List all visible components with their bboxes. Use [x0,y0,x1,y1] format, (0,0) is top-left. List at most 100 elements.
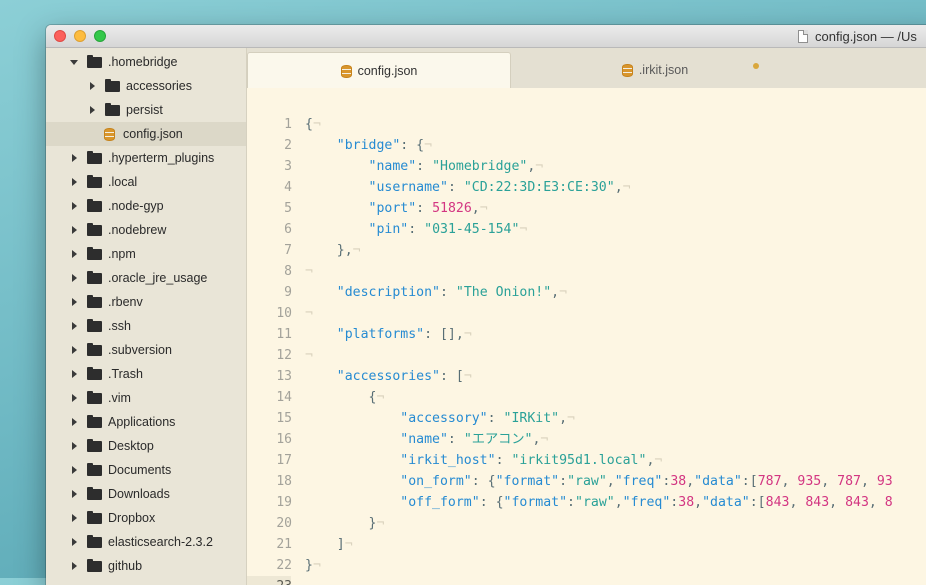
sidebar-item-node-gyp[interactable]: .node-gyp [46,194,246,218]
chevron-right-icon[interactable] [68,416,80,428]
sidebar-item-local[interactable]: .local [46,170,246,194]
chevron-right-icon[interactable] [68,248,80,260]
sidebar-item-elasticsearch-2-3-2[interactable]: elasticsearch-2.3.2 [46,530,246,554]
code-line[interactable]: ]¬ [305,534,353,555]
code-token: : [495,453,512,468]
code-line[interactable]: "pin": "031-45-154"¬ [305,219,528,240]
code-line[interactable]: "accessory": "IRKit",¬ [305,408,575,429]
sidebar-item-config-json[interactable]: config.json [46,122,246,146]
chevron-right-icon[interactable] [68,176,80,188]
sidebar-item-applications[interactable]: Applications [46,410,246,434]
folder-icon [87,150,102,164]
line-number: 13 [276,369,292,384]
line-number: 14 [276,390,292,405]
sidebar-item-subversion[interactable]: .subversion [46,338,246,362]
tab-label: .irkit.json [638,63,689,77]
code-line[interactable]: "name": "Homebridge",¬ [305,156,544,177]
chevron-right-icon[interactable] [68,224,80,236]
chevron-right-icon[interactable] [86,104,98,116]
sidebar-item-oracle-jre-usage[interactable]: .oracle_jre_usage [46,266,246,290]
code-line[interactable]: "platforms": [],¬ [305,324,472,345]
sidebar-item-homebridge[interactable]: .homebridge [46,50,246,74]
sidebar-item-label: .hyperterm_plugins [108,151,215,165]
chevron-right-icon[interactable] [68,536,80,548]
code-editor[interactable]: 1234567891011121314151617181920212223 {¬… [247,88,926,585]
chevron-right-icon[interactable] [68,320,80,332]
code-token: } [305,516,377,531]
code-line[interactable]: },¬ [305,240,361,261]
chevron-right-icon[interactable] [68,440,80,452]
code-line[interactable]: "on_form": {"format":"raw","freq":38,"da… [305,471,893,492]
chevron-right-icon[interactable] [68,368,80,380]
unsaved-changes-dot-icon[interactable] [753,63,759,69]
sidebar-item-accessories[interactable]: accessories [46,74,246,98]
code-line[interactable]: "name": "エアコン",¬ [305,429,548,450]
eol-marker: ¬ [344,537,353,552]
chevron-right-icon[interactable] [68,200,80,212]
chevron-right-icon[interactable] [68,152,80,164]
eol-marker: ¬ [312,117,321,132]
code-token: { [305,390,377,405]
minimize-window-button[interactable] [74,30,86,42]
database-icon [621,63,633,77]
code-token: "data" [702,495,750,510]
chevron-right-icon[interactable] [68,464,80,476]
folder-icon [87,174,102,188]
chevron-right-icon[interactable] [68,488,80,500]
close-window-button[interactable] [54,30,66,42]
code-token: , [559,411,568,426]
sidebar-item-label: .npm [108,247,136,261]
sidebar-item-documents[interactable]: Documents [46,458,246,482]
code-line[interactable]: "off_form": {"format":"raw","freq":38,"d… [305,492,892,513]
chevron-right-icon[interactable] [68,344,80,356]
sidebar-item-ssh[interactable]: .ssh [46,314,246,338]
sidebar-item-persist[interactable]: persist [46,98,246,122]
code-line[interactable]: ¬ [305,261,313,282]
chevron-down-icon[interactable] [68,56,80,68]
code-line[interactable]: "username": "CD:22:3D:E3:CE:30",¬ [305,177,631,198]
sidebar-item-github[interactable]: github [46,554,246,578]
chevron-right-icon[interactable] [68,392,80,404]
code-line[interactable]: ¬ [305,303,313,324]
chevron-right-icon[interactable] [68,272,80,284]
code-line[interactable]: "accessories": [¬ [305,366,472,387]
code-token: "pin" [368,222,409,237]
code-line[interactable]: "description": "The Onion!",¬ [305,282,567,303]
code-token: 93 [876,474,893,489]
zoom-window-button[interactable] [94,30,106,42]
sidebar-item-hyperterm-plugins[interactable]: .hyperterm_plugins [46,146,246,170]
code-line[interactable]: "bridge": {¬ [305,135,432,156]
tab-config-json[interactable]: config.json [247,52,511,89]
chevron-right-icon[interactable] [68,560,80,572]
sidebar-item-trash[interactable]: .Trash [46,362,246,386]
code-token: , [471,201,480,216]
code-line[interactable]: }¬ [305,555,321,576]
sidebar-item-desktop[interactable]: Desktop [46,434,246,458]
sidebar-item-dropbox[interactable]: Dropbox [46,506,246,530]
code-line[interactable]: "irkit_host": "irkit95d1.local",¬ [305,450,662,471]
line-number: 10 [276,306,292,321]
sidebar-item-downloads[interactable]: Downloads [46,482,246,506]
code-line[interactable]: }¬ [305,513,385,534]
line-number: 8 [284,264,292,279]
code-token: , [860,474,877,489]
eol-marker: ¬ [463,327,472,342]
code-token: : [416,201,433,216]
sidebar-item-rbenv[interactable]: .rbenv [46,290,246,314]
sidebar-item-nodebrew[interactable]: .nodebrew [46,218,246,242]
folder-icon [87,534,102,548]
code-line[interactable]: {¬ [305,114,321,135]
sidebar-item-label: Downloads [108,487,170,501]
code-line[interactable]: ¬ [305,345,313,366]
sidebar-item-vim[interactable]: .vim [46,386,246,410]
chevron-right-icon[interactable] [68,512,80,524]
sidebar-item-npm[interactable]: .npm [46,242,246,266]
chevron-right-icon[interactable] [86,80,98,92]
code-line[interactable]: "port": 51826,¬ [305,198,488,219]
tab-irkit-json[interactable]: .irkit.json [510,52,800,88]
chevron-right-icon[interactable] [68,296,80,308]
code-line[interactable]: {¬ [305,387,385,408]
code-token: :[ [741,474,758,489]
line-number: 19 [276,495,292,510]
